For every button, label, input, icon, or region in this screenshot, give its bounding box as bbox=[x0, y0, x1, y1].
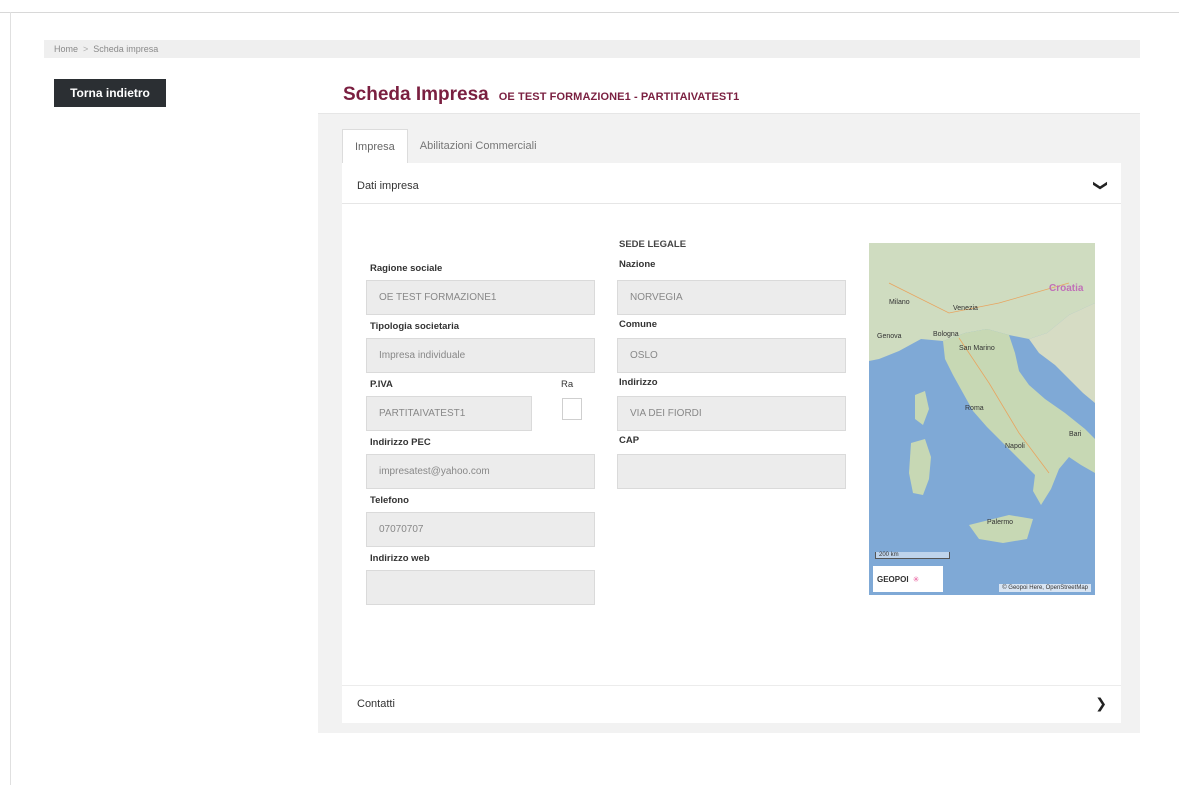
map-country-label: Croatia bbox=[1049, 283, 1084, 294]
panel-header: Scheda Impresa OE TEST FORMAZIONE1 - PAR… bbox=[318, 77, 1140, 114]
map-scale-bar: 200 km bbox=[875, 552, 950, 559]
telefono-label: Telefono bbox=[370, 495, 409, 506]
breadcrumb-current: Scheda impresa bbox=[93, 44, 159, 54]
map-city-label: Bologna bbox=[933, 331, 959, 338]
telefono-field[interactable]: 07070707 bbox=[366, 512, 595, 547]
indirizzo-field[interactable]: VIA DEI FIORDI bbox=[617, 396, 846, 431]
left-divider bbox=[10, 12, 11, 785]
map-graphic bbox=[869, 243, 1095, 595]
tab-impresa[interactable]: Impresa bbox=[342, 129, 408, 163]
map-city-label: Genova bbox=[877, 333, 902, 340]
cap-label: CAP bbox=[619, 435, 640, 446]
piva-field[interactable]: PARTITAIVATEST1 bbox=[366, 396, 532, 431]
indirizzo-web-label: Indirizzo web bbox=[370, 553, 430, 564]
geopoi-logo: GEOPOI ✳ bbox=[873, 566, 943, 592]
section-dati-impresa-label: Dati impresa bbox=[357, 179, 419, 192]
piva-label: P.IVA bbox=[370, 379, 393, 390]
tab-content-card: Dati impresa ❯ Ragione sociale OE TEST F… bbox=[342, 163, 1121, 723]
tipologia-societaria-field[interactable]: Impresa individuale bbox=[366, 338, 595, 373]
nazione-field[interactable]: NORVEGIA bbox=[617, 280, 846, 315]
breadcrumb-separator: > bbox=[83, 44, 89, 54]
section-dati-impresa-header[interactable]: Dati impresa ❯ bbox=[342, 168, 1121, 204]
map-city-label: Venezia bbox=[953, 305, 978, 312]
section-contatti-label: Contatti bbox=[357, 697, 395, 710]
breadcrumb-home-link[interactable]: Home bbox=[54, 44, 78, 54]
tipologia-societaria-label: Tipologia societaria bbox=[370, 321, 460, 332]
pec-field[interactable]: impresatest@yahoo.com bbox=[366, 454, 595, 489]
top-divider bbox=[0, 12, 1179, 13]
tab-bar: Impresa Abilitazioni Commerciali bbox=[342, 129, 549, 163]
indirizzo-label: Indirizzo bbox=[619, 377, 658, 388]
comune-field[interactable]: OSLO bbox=[617, 338, 846, 373]
geopoi-logo-icon: ✳ bbox=[912, 574, 920, 584]
cap-field[interactable] bbox=[617, 454, 846, 489]
map-city-label: Roma bbox=[965, 405, 984, 412]
company-subtitle: OE TEST FORMAZIONE1 - PARTITAIVATEST1 bbox=[498, 90, 740, 103]
ragione-sociale-label: Ragione sociale bbox=[370, 263, 443, 274]
page-title: Scheda Impresa bbox=[343, 84, 489, 105]
sede-legale-caption: SEDE LEGALE bbox=[619, 239, 687, 250]
tab-abilitazioni-commerciali[interactable]: Abilitazioni Commerciali bbox=[408, 129, 549, 163]
map-city-label: Napoli bbox=[1005, 443, 1025, 450]
geopoi-logo-text: GEOPOI bbox=[877, 574, 909, 584]
breadcrumb: Home > Scheda impresa bbox=[44, 40, 1140, 58]
section-contatti-header[interactable]: Contatti ❯ bbox=[342, 685, 1121, 721]
comune-label: Comune bbox=[619, 319, 657, 330]
map-city-label: Palermo bbox=[987, 519, 1014, 526]
map-city-label: San Marino bbox=[959, 345, 995, 352]
map-city-label: Milano bbox=[889, 299, 910, 306]
ragione-sociale-field[interactable]: OE TEST FORMAZIONE1 bbox=[366, 280, 595, 315]
indirizzo-web-field[interactable] bbox=[366, 570, 595, 605]
chevron-right-icon[interactable]: ❯ bbox=[1095, 695, 1107, 712]
back-button[interactable]: Torna indietro bbox=[54, 79, 166, 107]
chevron-down-icon[interactable]: ❯ bbox=[1093, 180, 1110, 192]
map-city-label: Bari bbox=[1069, 431, 1082, 438]
location-map[interactable]: Milano Venezia Genova Bologna San Marino… bbox=[869, 243, 1095, 595]
pec-label: Indirizzo PEC bbox=[370, 437, 431, 448]
page: Home > Scheda impresa Torna indietro Sch… bbox=[0, 0, 1179, 785]
ra-checkbox[interactable] bbox=[562, 398, 582, 420]
ra-label: Ra bbox=[561, 379, 574, 390]
nazione-label: Nazione bbox=[619, 259, 656, 270]
map-attribution[interactable]: © Geopoi Here, OpenStreetMap bbox=[999, 584, 1091, 592]
main-panel: Scheda Impresa OE TEST FORMAZIONE1 - PAR… bbox=[318, 77, 1140, 733]
